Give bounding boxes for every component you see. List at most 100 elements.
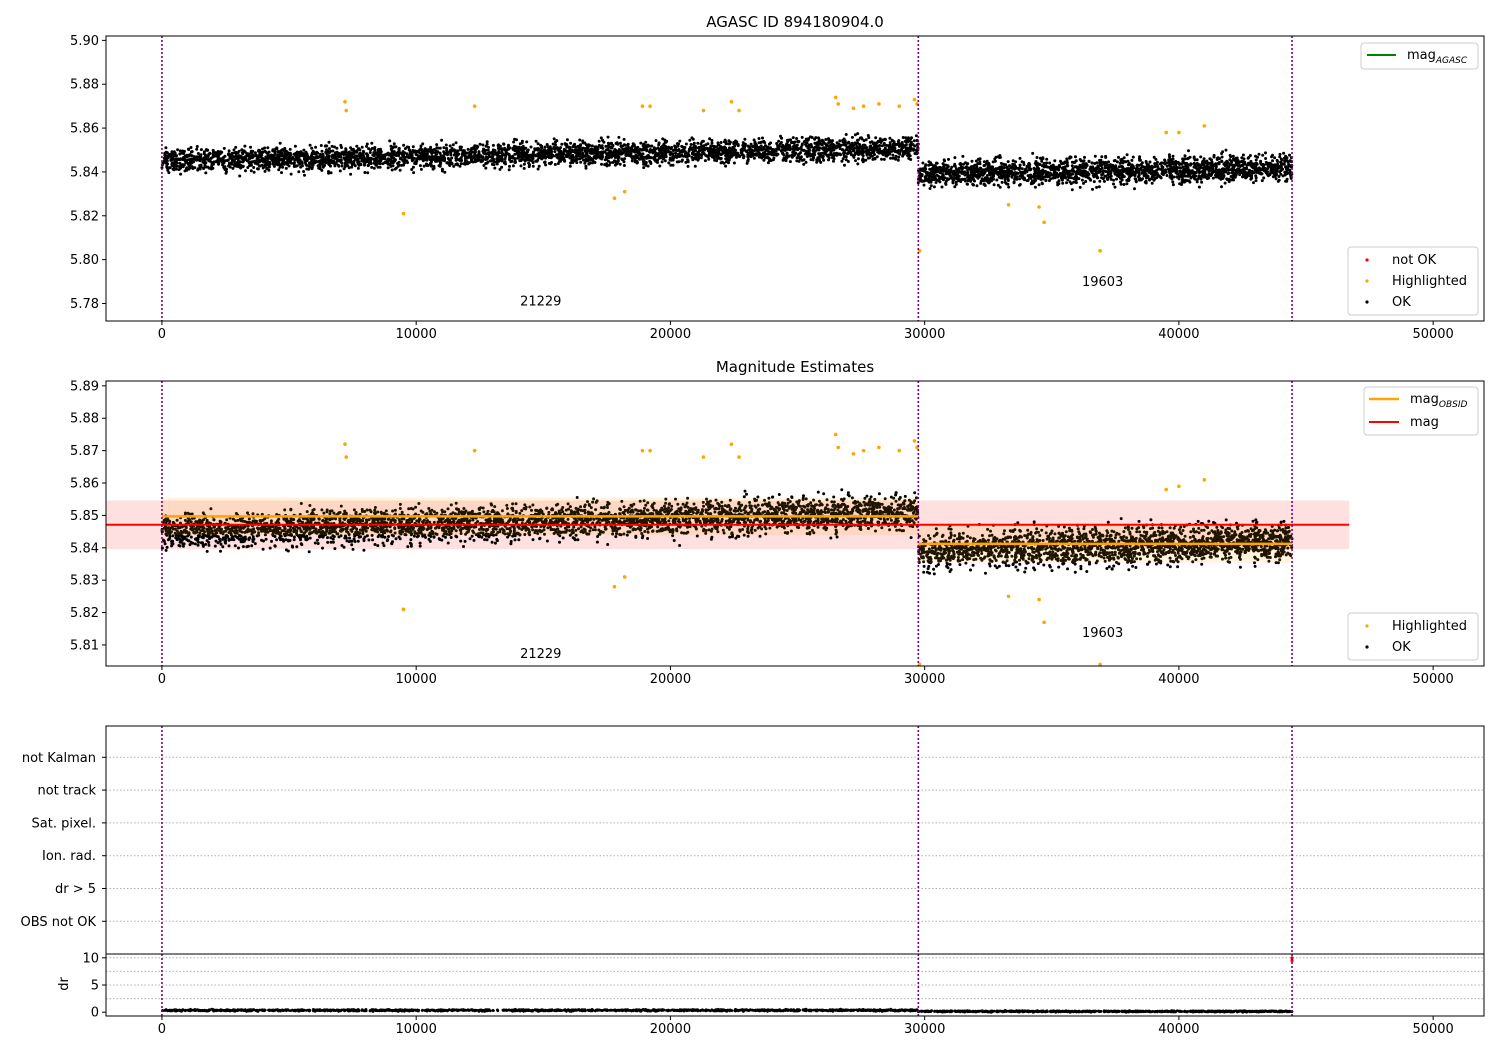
panel-agasc-ok-point [1029,182,1033,186]
panel-agasc-ok-point [588,144,592,147]
panel-agasc-ok-point [386,162,390,166]
panel-agasc-ok-point [222,161,226,165]
panel-agasc-ok-point [620,157,624,161]
panel-agasc-ok-point [500,151,504,155]
panel-agasc-ok-point [335,150,339,154]
panel-agasc-ok-point [714,151,718,155]
panel-agasc-ok-point [842,137,846,141]
panel-agasc-ok-point [903,149,907,153]
panel-agasc-ok-point [410,168,414,171]
panel-agasc-ok-point [769,141,773,145]
panel-agasc-ok-point [393,158,397,162]
panel-agasc-ok-point [448,158,452,162]
panel-agasc-ok-point [888,136,892,140]
panel-agasc-ok-point [478,142,482,146]
panel-agasc-ok-point [735,140,739,144]
panel-agasc-ok-point [732,142,736,146]
panel-agasc-ok-point [553,163,557,166]
panel-agasc-ok-point [173,154,177,157]
panel-agasc-ok-point [618,141,622,145]
panel-agasc-ok-point [388,139,392,143]
panel-agasc-ok-point [702,144,706,148]
panel-agasc-ok-point [583,147,587,150]
panel-agasc-ok-point [559,146,563,150]
panel-agasc-ok-point [194,157,198,161]
panel-agasc-ok-point [832,157,836,161]
panel-agasc-ok-point [164,146,168,150]
panel-agasc-ok-point [896,142,900,146]
panel-agasc-ok-point [735,154,739,158]
panel-agasc-ok-point [553,147,557,151]
panel-agasc-ok-point [531,150,535,154]
panel-agasc-ok-point [673,144,677,148]
panel-agasc-ok-point [562,156,566,160]
panel-agasc-ok-point [239,166,243,170]
panel-agasc-ok-point [827,158,830,162]
panel-agasc-ok-point [553,150,557,154]
panel-agasc-ok-point [458,164,462,168]
panel-agasc-ok-point [815,158,819,162]
panel-agasc-ok-point [1087,159,1091,163]
panel-agasc-ok-point [311,162,315,166]
panel-agasc-ok-point [843,143,846,147]
panel-agasc-ok-point [656,158,659,162]
panel-agasc-ok-point [348,153,352,156]
panel-agasc-ok-point [449,153,453,157]
panel-agasc-ok-point [796,139,800,143]
panel-agasc-ok-point [780,145,784,149]
panel-agasc-ok-point [314,145,318,149]
panel-agasc-ok-point [615,141,619,145]
panel-agasc-ok-point [525,149,529,153]
panel-agasc-ok-point [389,144,393,148]
panel-agasc-ok-point [1165,174,1169,177]
panel-agasc-ok-point [252,170,256,174]
panel-agasc-ok-point [479,155,483,159]
panel-agasc-ok-point [626,142,630,146]
panel-agasc-ok-point [547,156,551,159]
panel-agasc-ok-point [1264,151,1267,155]
panel-agasc-ok-point [686,164,690,168]
panel-agasc-ok-point [209,167,213,171]
panel-agasc-ok-point [607,154,611,158]
panel-agasc-ok-point [560,153,563,157]
panel-agasc-ok-point [227,164,231,168]
panel-agasc-ok-point [838,152,842,156]
panel-agasc-ok-point [593,161,597,164]
panel-agasc-ok-point [1254,174,1258,178]
panel-agasc-ok-point [1181,161,1185,165]
panel-agasc-ok-point [508,164,511,168]
panel-agasc-ok-point [826,154,830,158]
panel-agasc-ok-point [1241,153,1245,157]
panel-agasc-ok-point [741,141,745,145]
panel-agasc-ok-point [551,142,555,146]
panel-agasc-ok-point [856,162,860,166]
panel-agasc-ok-point [914,134,918,138]
panel-agasc-ok-point [975,175,979,179]
panel-agasc-ok-point [521,154,525,158]
panel-agasc-ok-point [1260,179,1264,183]
panel-agasc-ok-point [425,162,429,166]
panel-agasc-ok-point [235,163,239,167]
panel-agasc-ok-point [448,144,452,148]
panel-agasc-ok-point [281,165,285,169]
panel-agasc-ok-point [1035,156,1039,159]
panel-agasc-ok-point [172,163,176,166]
panel-agasc-ok-point [660,160,664,164]
panel-agasc-ok-point [222,146,226,150]
panel-agasc-ok-point [349,172,353,176]
panel-agasc-ok-point [590,144,594,148]
panel-agasc-ok-point [488,151,492,155]
panel-agasc-ok-point [632,143,635,147]
panel-agasc-ok-point [276,150,280,153]
panel-agasc-ok-point [861,157,865,161]
panel-agasc-ok-point [177,165,181,168]
panel-agasc-ok-point [345,160,349,164]
panel-agasc-ok-point [370,141,374,145]
panel-agasc-ok-point [1100,173,1104,177]
panel-agasc-ok-point [974,159,978,163]
panel-agasc-ok-point [696,141,700,145]
panel-agasc-ok-point [289,172,293,176]
panel-agasc-ok-point [709,144,713,148]
panel-agasc-ok-point [818,159,822,163]
panel-agasc-ok-point [1065,161,1069,165]
